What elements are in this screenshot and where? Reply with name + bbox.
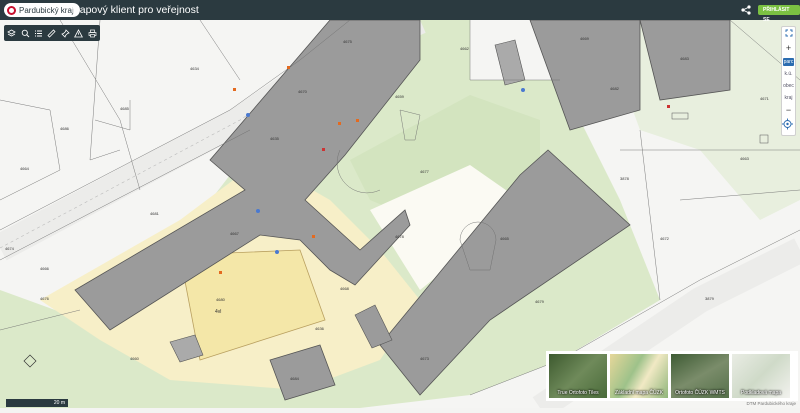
login-button[interactable]: PŘIHLÁSIT SE <box>758 5 800 23</box>
parcel-label: 4660 <box>130 356 140 361</box>
parcel-label: 4vl <box>215 309 221 315</box>
legend-list-icon[interactable] <box>33 28 44 39</box>
locate-icon[interactable] <box>781 117 794 130</box>
parcel-label: 4665 <box>500 236 510 241</box>
logo-text: Pardubický kraj <box>19 5 74 15</box>
parcel-label: 4684 <box>290 376 300 381</box>
parcel-label: 4668 <box>340 286 350 291</box>
parcel-label: 3878 <box>620 176 630 181</box>
parcel-label: 4681 <box>150 211 160 216</box>
print-icon[interactable] <box>87 28 98 39</box>
region-logo[interactable]: Pardubický kraj <box>4 3 80 17</box>
layer-level-kraj[interactable]: kraj <box>782 95 795 101</box>
parcel-label: 3879 <box>705 296 715 301</box>
parcel-label: 4680 <box>216 297 226 302</box>
region-logo-icon <box>7 5 16 15</box>
parcel-label: 4672 <box>660 236 670 241</box>
layer-level-parcel[interactable]: parc <box>783 58 794 66</box>
pin-icon[interactable] <box>60 28 71 39</box>
basemap-label: Ortofoto ČÚZK WMTS <box>675 390 725 396</box>
parcel-label: 4685 <box>120 106 130 111</box>
basemap-label: True Ortofoto Tiles <box>557 390 599 396</box>
parcel-label: 4678 <box>395 234 405 239</box>
map-canvas[interactable]: 4675 4659 4670 4680 4679 4676 4677 4682 … <box>0 7 800 413</box>
parcel-label: 4671 <box>760 96 770 101</box>
warning-icon[interactable] <box>73 28 84 39</box>
attribution: DTM Pardubického kraje <box>746 401 796 406</box>
parcel-label: 4664 <box>20 166 30 171</box>
measure-ruler-icon[interactable] <box>46 28 57 39</box>
parcel-label: 4634 <box>190 66 200 71</box>
basemap-zakladni-mapa[interactable]: Základní mapa ČÚZK <box>610 354 668 398</box>
parcel-label: 4677 <box>420 169 430 174</box>
header-bar: Pardubický kraj Mapový klient pro veřejn… <box>0 0 800 23</box>
basemap-label: Podkladová mapa <box>740 390 782 396</box>
zoom-in-button[interactable]: + <box>782 43 795 53</box>
layer-level-ku[interactable]: k.ú. <box>782 71 795 77</box>
basemap-label: Základní mapa ČÚZK <box>614 390 664 396</box>
parcel-label: 4663 <box>740 156 750 161</box>
parcel-label: 4674 <box>5 246 15 251</box>
parcel-label: 4670 <box>298 89 308 94</box>
layers-icon[interactable] <box>6 28 17 39</box>
basemap-true-ortofoto[interactable]: True Ortofoto Tiles <box>549 354 607 398</box>
map-svg: 4675 4659 4670 4680 4679 4676 4677 4682 … <box>0 7 800 413</box>
parcel-label: 4676 <box>40 296 50 301</box>
parcel-label: 4667 <box>230 231 240 236</box>
page-title: Mapový klient pro veřejnost <box>71 4 199 16</box>
parcel-label: 4683 <box>680 56 690 61</box>
parcel-label: 4675 <box>343 39 353 44</box>
basemap-podkladova-mapa[interactable]: Podkladová mapa <box>732 354 790 398</box>
zoom-out-button[interactable]: − <box>782 105 795 115</box>
parcel-label: 4636 <box>315 326 325 331</box>
scale-bar: 20 m <box>6 399 68 407</box>
map-toolbar <box>4 25 100 41</box>
parcel-label: 4679 <box>535 299 545 304</box>
fullscreen-icon[interactable] <box>782 29 795 39</box>
share-icon[interactable] <box>740 4 752 16</box>
basemap-switcher: True Ortofoto Tiles Základní mapa ČÚZK O… <box>546 351 798 401</box>
parcel-label: 4635 <box>270 136 280 141</box>
search-icon[interactable] <box>20 28 31 39</box>
parcel-label: 4673 <box>420 356 430 361</box>
parcel-label: 4666 <box>40 266 50 271</box>
parcel-label: 4669 <box>580 36 590 41</box>
layer-level-obec[interactable]: obec <box>782 83 795 89</box>
basemap-ortofoto-cuzk[interactable]: Ortofoto ČÚZK WMTS <box>671 354 729 398</box>
parcel-label: 4682 <box>610 86 620 91</box>
parcel-label: 4686 <box>60 126 70 131</box>
parcel-label: 4662 <box>460 46 470 51</box>
parcel-label: 4659 <box>395 94 405 99</box>
